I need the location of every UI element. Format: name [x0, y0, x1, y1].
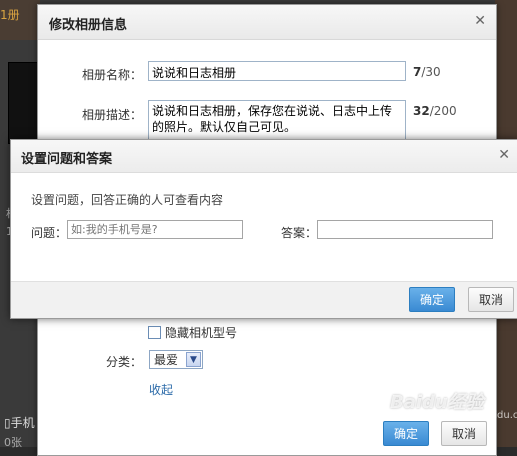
close-icon[interactable]: ✕ — [474, 13, 486, 29]
phone-icon: ▯ — [4, 416, 11, 430]
photo-count: 0张 — [4, 436, 22, 449]
question-label: 问题： — [31, 226, 68, 240]
album-cancel-button[interactable]: 取消 — [441, 421, 487, 446]
question-confirm-button[interactable]: 确定 — [409, 287, 455, 312]
answer-label: 答案： — [281, 226, 318, 240]
set-question-dialog-footer: 确定 取消 — [11, 281, 517, 318]
album-desc-label: 相册描述： — [81, 108, 142, 122]
background-breadcrumb[interactable]: 1册 — [0, 6, 20, 23]
hide-camera-model-row[interactable]: 隐藏相机型号 — [148, 324, 237, 341]
char-count-max: /30 — [421, 65, 441, 79]
album-name-char-count: 7/30 — [413, 65, 441, 79]
collapse-link[interactable]: 收起 — [149, 381, 173, 398]
album-thumbnail[interactable] — [8, 62, 40, 144]
question-input[interactable] — [67, 220, 243, 239]
question-hint: 设置问题，回答正确的人可查看内容 — [31, 193, 224, 207]
close-icon[interactable]: ✕ — [498, 147, 510, 163]
category-label: 分类： — [105, 355, 142, 369]
question-cancel-button[interactable]: 取消 — [468, 287, 514, 312]
hide-camera-model-label: 隐藏相机型号 — [165, 326, 238, 340]
chevron-down-icon[interactable]: ▼ — [186, 352, 201, 367]
phone-upload-link[interactable]: ▯手机 — [4, 414, 35, 431]
phone-label: 手机 — [10, 416, 35, 430]
category-selected-value: 最爱 — [154, 353, 179, 367]
dialog-title: 修改相册信息 — [49, 18, 128, 33]
dialog-title: 设置问题和答案 — [21, 152, 113, 167]
album-desc-textarea[interactable]: 说说和日志相册，保存您在说说、日志中上传的照片。默认仅自己可见。 — [148, 100, 406, 140]
album-desc-char-count: 32/200 — [413, 104, 457, 118]
category-select[interactable]: 最爱 ▼ — [149, 350, 203, 369]
album-name-label: 相册名称： — [81, 68, 142, 82]
set-question-dialog: 设置问题和答案 ✕ 设置问题，回答正确的人可查看内容 问题： 答案： 确定 取消 — [10, 139, 517, 319]
char-count-current: 32 — [413, 104, 430, 118]
char-count-max: /200 — [429, 104, 457, 118]
edit-album-dialog-header: 修改相册信息 ✕ — [38, 5, 496, 40]
album-name-input[interactable]: 说说和日志相册 — [148, 61, 406, 81]
hide-camera-model-checkbox[interactable] — [148, 326, 161, 339]
watermark-url: jingyan.baidu.com — [442, 410, 517, 421]
set-question-dialog-header: 设置问题和答案 ✕ — [11, 140, 517, 173]
album-confirm-button[interactable]: 确定 — [383, 421, 429, 446]
answer-input[interactable] — [317, 220, 493, 239]
